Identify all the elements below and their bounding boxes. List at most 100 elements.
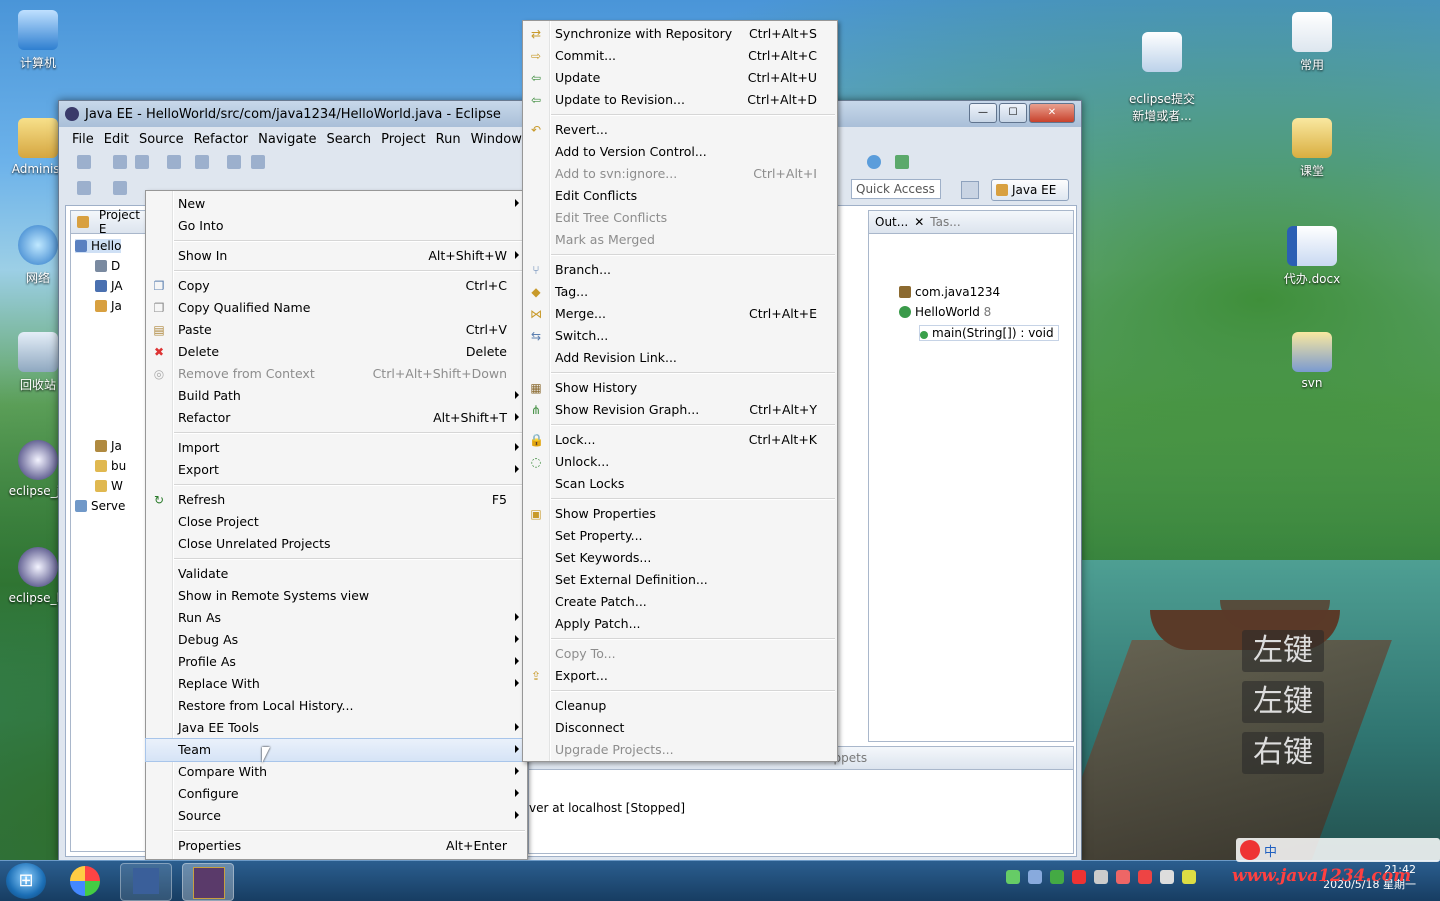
menu-item-build-path[interactable]: Build Path bbox=[146, 385, 527, 407]
menu-item-add-to-version-control[interactable]: Add to Version Control... bbox=[523, 141, 837, 163]
menu-item-scan-locks[interactable]: Scan Locks bbox=[523, 473, 837, 495]
menu-item-unlock[interactable]: ◌ Unlock... bbox=[523, 451, 837, 473]
tree-row[interactable]: JA bbox=[95, 279, 123, 293]
server-row[interactable]: ver at localhost [Stopped] bbox=[529, 801, 685, 815]
desktop-icon-common[interactable]: 常用 bbox=[1274, 12, 1350, 73]
menu-item-import[interactable]: Import bbox=[146, 437, 527, 459]
back-icon[interactable] bbox=[77, 181, 91, 195]
ime-toolbar[interactable]: 中 bbox=[1236, 838, 1440, 862]
menu-item-apply-patch[interactable]: Apply Patch... bbox=[523, 613, 837, 635]
menu-item-paste[interactable]: ▤ Paste Ctrl+V bbox=[146, 319, 527, 341]
menu-item-create-patch[interactable]: Create Patch... bbox=[523, 591, 837, 613]
debug-icon[interactable] bbox=[227, 155, 241, 169]
menu-item-show-in[interactable]: Show In Alt+Shift+W bbox=[146, 245, 527, 267]
outline-package[interactable]: com.java1234 bbox=[899, 285, 1000, 299]
menu-item-delete[interactable]: ✖ Delete Delete bbox=[146, 341, 527, 363]
open-perspective-icon[interactable] bbox=[961, 181, 979, 199]
menu-item-merge[interactable]: ⋈ Merge... Ctrl+Alt+E bbox=[523, 303, 837, 325]
menu-item-lock[interactable]: 🔒 Lock... Ctrl+Alt+K bbox=[523, 429, 837, 451]
menu-item-go-into[interactable]: Go Into bbox=[146, 215, 527, 237]
search-icon[interactable] bbox=[195, 155, 209, 169]
menu-item-add-revision-link[interactable]: Add Revision Link... bbox=[523, 347, 837, 369]
menu-item-refresh[interactable]: ↻ Refresh F5 bbox=[146, 489, 527, 511]
nvidia-icon[interactable] bbox=[1050, 870, 1064, 884]
antivirus-icon[interactable] bbox=[1138, 870, 1152, 884]
tree-row[interactable]: Ja bbox=[95, 299, 122, 313]
tree-row[interactable]: D bbox=[95, 259, 120, 273]
menu-item-compare-with[interactable]: Compare With bbox=[146, 761, 527, 783]
menu-item-set-external-definition[interactable]: Set External Definition... bbox=[523, 569, 837, 591]
menu-item-edit-conflicts[interactable]: Edit Conflicts bbox=[523, 185, 837, 207]
menu-item-run-as[interactable]: Run As bbox=[146, 607, 527, 629]
menu-window[interactable]: Window bbox=[466, 131, 527, 149]
menu-item-new[interactable]: New bbox=[146, 193, 527, 215]
menu-item-close-unrelated-projects[interactable]: Close Unrelated Projects bbox=[146, 533, 527, 555]
menu-item-update[interactable]: ⇦ Update Ctrl+Alt+U bbox=[523, 67, 837, 89]
ime-mode[interactable]: 中 bbox=[1264, 841, 1277, 860]
desktop-icon-course[interactable]: 课堂 bbox=[1274, 118, 1350, 179]
menu-item-switch[interactable]: ⇆ Switch... bbox=[523, 325, 837, 347]
menu-item-export[interactable]: ⇪ Export... bbox=[523, 665, 837, 687]
menu-item-configure[interactable]: Configure bbox=[146, 783, 527, 805]
desktop-icon-todo[interactable]: 代办.docx bbox=[1274, 226, 1350, 287]
menu-source[interactable]: Source bbox=[134, 131, 189, 149]
menu-edit[interactable]: Edit bbox=[99, 131, 134, 149]
menu-item-commit[interactable]: ⇨ Commit... Ctrl+Alt+C bbox=[523, 45, 837, 67]
taskbar-app-colors[interactable] bbox=[60, 863, 110, 899]
menu-item-copy-qualified-name[interactable]: ❐ Copy Qualified Name bbox=[146, 297, 527, 319]
menu-item-team[interactable]: Team bbox=[145, 738, 528, 762]
volume-icon[interactable] bbox=[1182, 870, 1196, 884]
menu-item-show-revision-graph[interactable]: ⋔ Show Revision Graph... Ctrl+Alt+Y bbox=[523, 399, 837, 421]
run-icon[interactable] bbox=[251, 155, 265, 169]
tree-row[interactable]: bu bbox=[95, 459, 126, 473]
maximize-button[interactable]: ☐ bbox=[999, 103, 1027, 123]
tab-tasks[interactable]: Tas... bbox=[930, 215, 960, 229]
sogou-icon[interactable] bbox=[1072, 870, 1086, 884]
outline-method[interactable]: main(String[]) : void bbox=[919, 325, 1059, 341]
menu-item-validate[interactable]: Validate bbox=[146, 563, 527, 585]
menu-refactor[interactable]: Refactor bbox=[189, 131, 254, 149]
tree-row-servers[interactable]: Serve bbox=[75, 499, 125, 513]
menu-navigate[interactable]: Navigate bbox=[253, 131, 321, 149]
tree-row[interactable]: Ja bbox=[95, 439, 122, 453]
outline-class[interactable]: HelloWorld 8 bbox=[899, 305, 991, 319]
menu-item-restore-from-local-history[interactable]: Restore from Local History... bbox=[146, 695, 527, 717]
menu-item-debug-as[interactable]: Debug As bbox=[146, 629, 527, 651]
flower-icon[interactable] bbox=[1116, 870, 1130, 884]
menu-item-revert[interactable]: ↶ Revert... bbox=[523, 119, 837, 141]
forward-icon[interactable] bbox=[113, 181, 127, 195]
taskbar-app-eclipse[interactable] bbox=[182, 863, 234, 901]
menu-item-replace-with[interactable]: Replace With bbox=[146, 673, 527, 695]
quick-access-input[interactable]: Quick Access bbox=[851, 179, 941, 199]
start-button[interactable]: ⊞ bbox=[6, 863, 46, 899]
menu-item-copy[interactable]: ❐ Copy Ctrl+C bbox=[146, 275, 527, 297]
desktop-icon-eclipse-submit[interactable]: eclipse提交 新增或者... bbox=[1124, 18, 1200, 124]
globe-icon[interactable] bbox=[867, 155, 881, 169]
usb-icon[interactable] bbox=[1094, 870, 1108, 884]
menu-item-set-keywords[interactable]: Set Keywords... bbox=[523, 547, 837, 569]
project-explorer-tab[interactable]: Project E bbox=[71, 208, 151, 236]
menu-item-source[interactable]: Source bbox=[146, 805, 527, 827]
menu-item-show-properties[interactable]: ▣ Show Properties bbox=[523, 503, 837, 525]
menu-item-cleanup[interactable]: Cleanup bbox=[523, 695, 837, 717]
menu-item-show-history[interactable]: ▦ Show History bbox=[523, 377, 837, 399]
network-tray-icon[interactable] bbox=[1028, 870, 1042, 884]
menu-item-java-ee-tools[interactable]: Java EE Tools bbox=[146, 717, 527, 739]
menu-item-export[interactable]: Export bbox=[146, 459, 527, 481]
save-all-icon[interactable] bbox=[135, 155, 149, 169]
menu-item-synchronize-with-repository[interactable]: ⇄ Synchronize with Repository Ctrl+Alt+S bbox=[523, 23, 837, 45]
close-button[interactable]: ✕ bbox=[1029, 103, 1075, 123]
menu-item-refactor[interactable]: Refactor Alt+Shift+T bbox=[146, 407, 527, 429]
menu-item-close-project[interactable]: Close Project bbox=[146, 511, 527, 533]
menu-search[interactable]: Search bbox=[321, 131, 376, 149]
desktop-icon-svn[interactable]: svn bbox=[1274, 332, 1350, 390]
security-icon[interactable] bbox=[1006, 870, 1020, 884]
minimize-button[interactable]: — bbox=[969, 103, 997, 123]
print-icon[interactable] bbox=[167, 155, 181, 169]
menu-item-profile-as[interactable]: Profile As bbox=[146, 651, 527, 673]
menu-item-disconnect[interactable]: Disconnect bbox=[523, 717, 837, 739]
tree-row[interactable]: W bbox=[95, 479, 123, 493]
menu-run[interactable]: Run bbox=[431, 131, 466, 149]
menu-item-branch[interactable]: ⑂ Branch... bbox=[523, 259, 837, 281]
menu-project[interactable]: Project bbox=[376, 131, 430, 149]
